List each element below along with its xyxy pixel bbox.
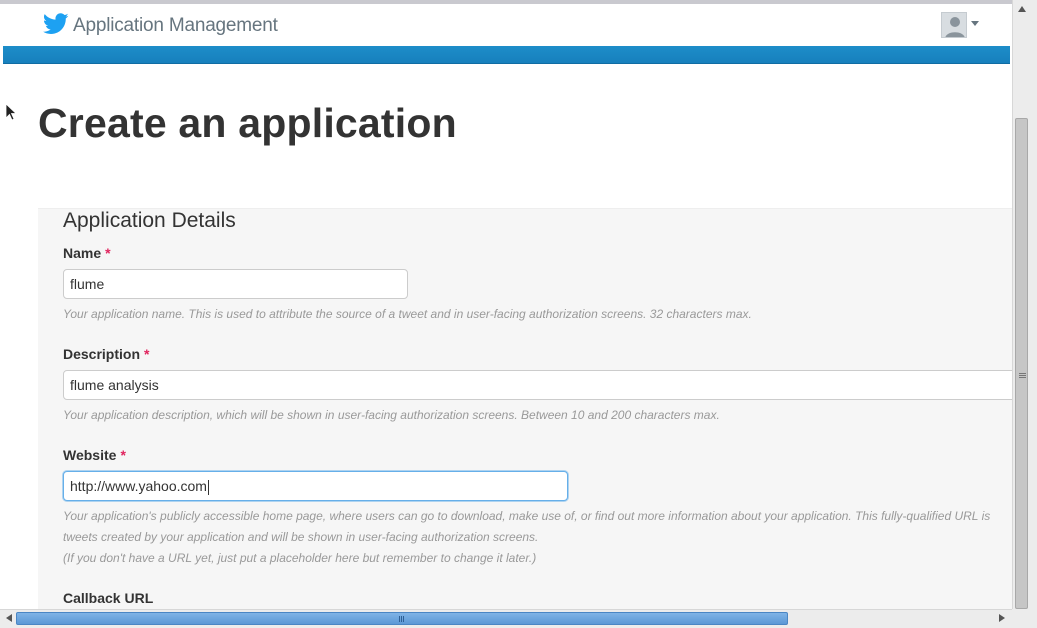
header-blue-band	[3, 46, 1010, 64]
callback-url-label: Callback URL	[63, 590, 154, 606]
grip-line	[399, 616, 400, 622]
name-help-text: Your application name. This is used to a…	[63, 307, 752, 321]
website-input-value: http://www.yahoo.com	[70, 478, 207, 494]
website-help-line-1: Your application's publicly accessible h…	[63, 509, 991, 523]
scroll-up-arrow-icon[interactable]	[1018, 6, 1026, 12]
name-label-text: Name	[63, 245, 102, 261]
website-label: Website *	[63, 447, 126, 463]
grip-line	[403, 616, 404, 622]
description-help-text: Your application description, which will…	[63, 408, 720, 422]
required-marker: *	[144, 346, 150, 362]
application-details-panel: Application Details Name * flume Your app…	[38, 208, 1012, 609]
required-marker: *	[105, 245, 111, 261]
required-marker: *	[120, 447, 126, 463]
scroll-right-arrow-icon[interactable]	[999, 614, 1005, 622]
caret-down-icon[interactable]	[971, 21, 979, 26]
page-title: Create an application	[38, 100, 457, 146]
scrollbar-corner	[1012, 609, 1037, 628]
description-input[interactable]: flume analysis	[63, 370, 1012, 400]
grip-line	[1019, 375, 1026, 376]
website-input[interactable]: http://www.yahoo.com	[63, 471, 568, 501]
vertical-scroll-thumb[interactable]	[1015, 118, 1028, 609]
description-label: Description *	[63, 346, 149, 362]
mouse-pointer-icon	[5, 103, 17, 121]
person-silhouette-icon	[945, 17, 965, 37]
twitter-bird-icon[interactable]	[43, 13, 69, 35]
name-input[interactable]: flume	[63, 269, 408, 299]
user-avatar-icon[interactable]	[941, 12, 967, 38]
website-help-line-3: (If you don't have a URL yet, just put a…	[63, 551, 537, 565]
app-header: Application Management	[3, 4, 1010, 46]
browser-viewport: Application Management Create an applica…	[0, 0, 1012, 609]
text-cursor	[207, 479, 209, 495]
grip-line	[401, 616, 402, 622]
description-label-text: Description	[63, 346, 141, 362]
horizontal-scroll-thumb[interactable]	[16, 612, 788, 625]
vertical-scrollbar[interactable]	[1012, 0, 1037, 609]
scroll-left-arrow-icon[interactable]	[6, 614, 12, 622]
website-help-line-2: tweets created by your application and w…	[63, 530, 539, 544]
name-input-value: flume	[70, 276, 105, 292]
website-label-text: Website	[63, 447, 117, 463]
description-input-value: flume analysis	[70, 377, 159, 393]
name-label: Name *	[63, 245, 111, 261]
app-title[interactable]: Application Management	[73, 15, 278, 37]
grip-line	[1019, 373, 1026, 374]
section-title: Application Details	[63, 209, 236, 232]
horizontal-scrollbar[interactable]	[0, 609, 1012, 628]
grip-line	[1019, 377, 1026, 378]
